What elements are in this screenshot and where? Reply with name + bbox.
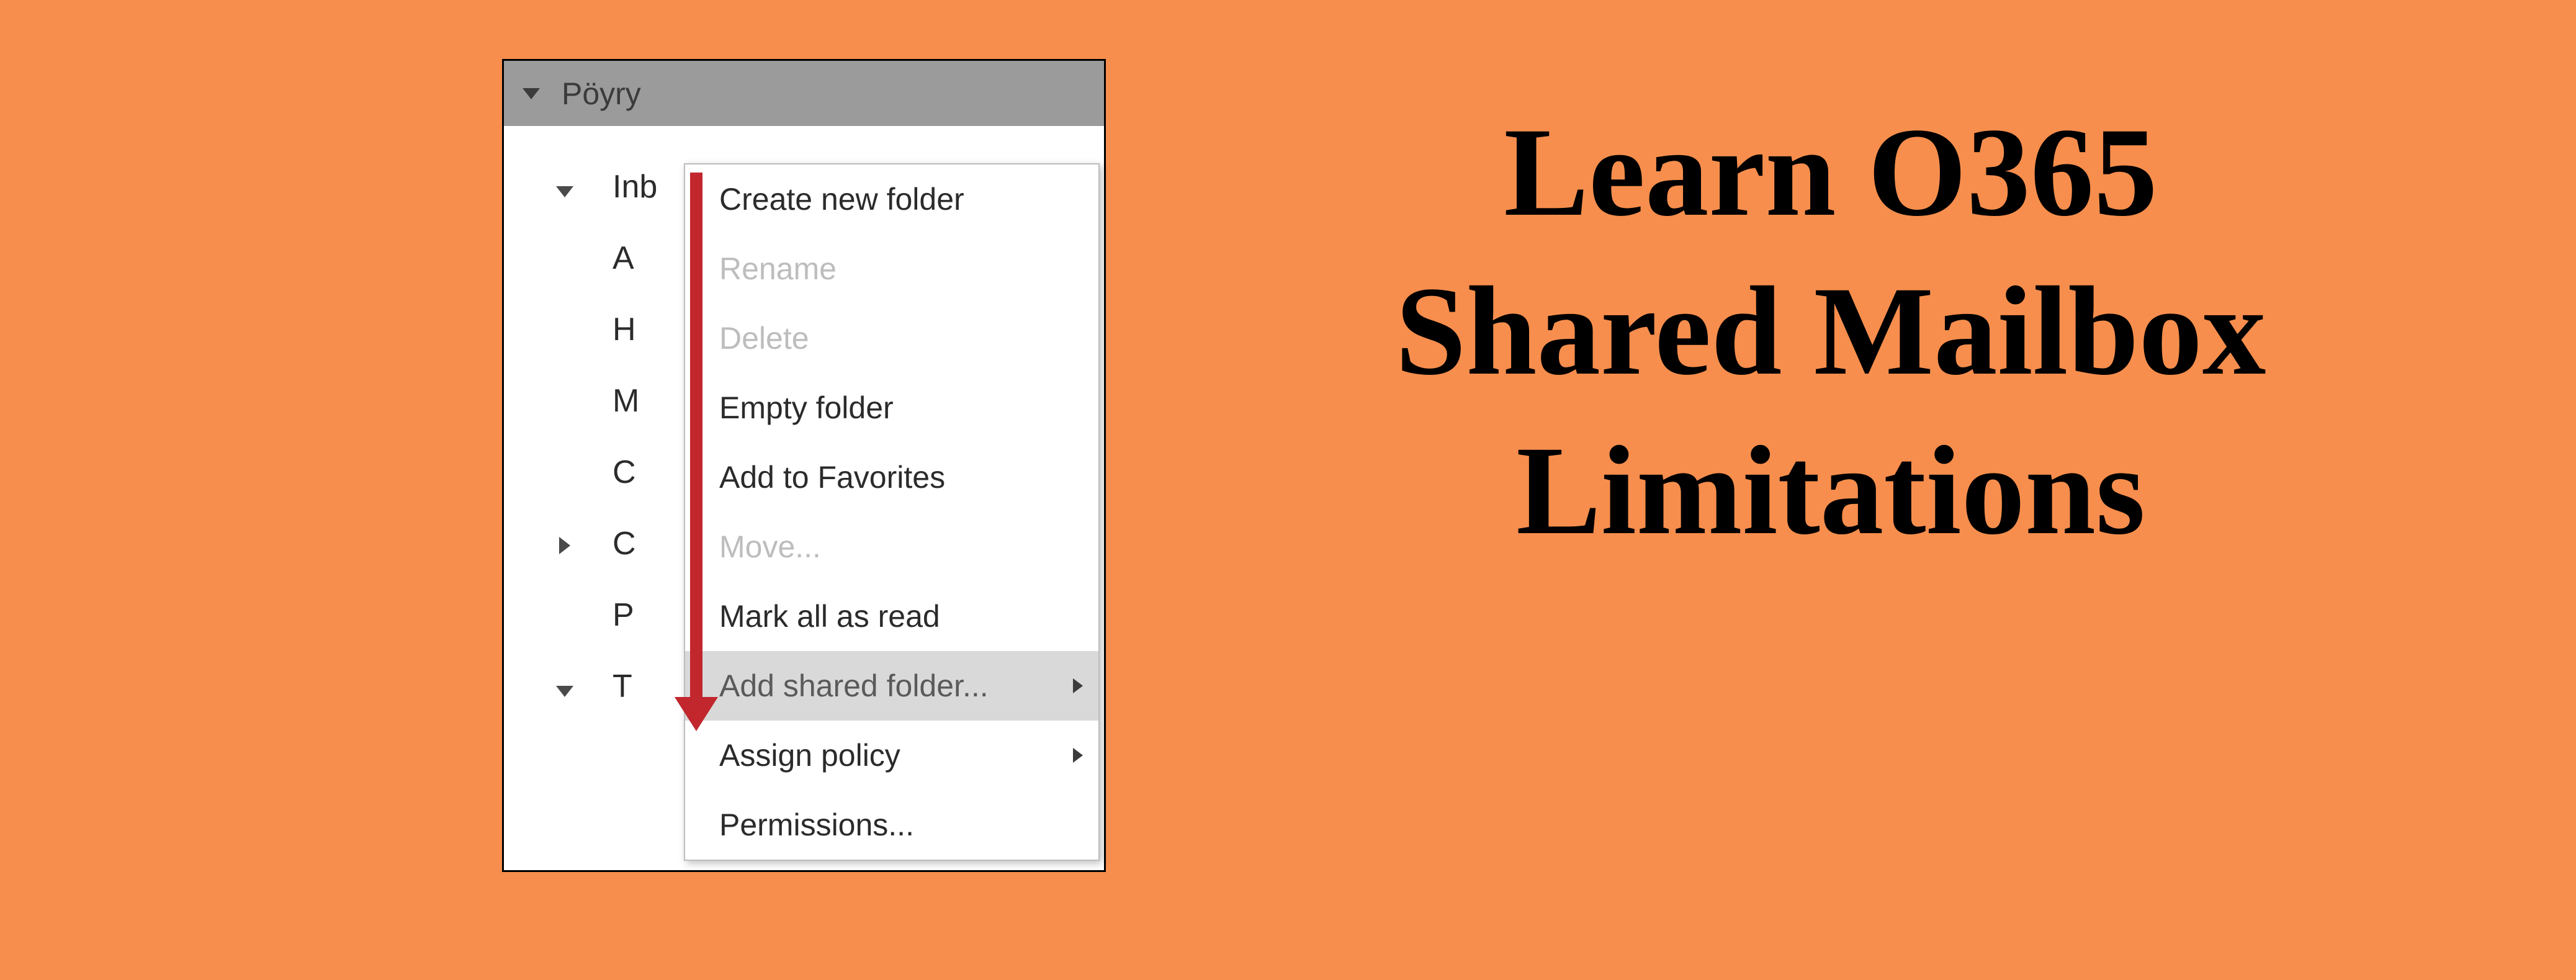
menu-label: Add to Favorites (719, 459, 945, 495)
annotation-arrow-icon (690, 173, 702, 703)
expand-icon (550, 168, 578, 205)
menu-add-to-favorites[interactable]: Add to Favorites (685, 443, 1098, 512)
headline-line-1: Learn O365 (1179, 93, 2482, 252)
tree-label: C (613, 454, 636, 491)
submenu-arrow-icon (1073, 748, 1083, 763)
menu-label: Permissions... (719, 807, 914, 843)
menu-add-shared-folder[interactable]: Add shared folder... (685, 651, 1098, 721)
menu-assign-policy[interactable]: Assign policy (685, 721, 1098, 790)
menu-label: Move... (719, 529, 821, 565)
menu-mark-all-read[interactable]: Mark all as read (685, 582, 1098, 651)
tree-label: T (613, 668, 632, 705)
menu-label: Add shared folder... (719, 668, 989, 704)
tree-label: A (613, 240, 634, 277)
menu-permissions[interactable]: Permissions... (685, 790, 1098, 860)
tree-label: M (613, 382, 639, 420)
account-header[interactable]: Pöyry (504, 61, 1104, 126)
menu-rename: Rename (685, 234, 1098, 303)
expand-icon (550, 525, 578, 562)
menu-label: Create new folder (719, 181, 964, 217)
collapse-icon (523, 88, 540, 99)
headline-line-3: Limitations (1179, 411, 2482, 570)
menu-label: Delete (719, 320, 809, 356)
menu-label: Rename (719, 251, 837, 287)
menu-label: Mark all as read (719, 598, 940, 634)
menu-create-folder[interactable]: Create new folder (685, 164, 1098, 234)
folder-tree: Inb A H M C C P T (504, 126, 1104, 722)
menu-empty-folder[interactable]: Empty folder (685, 373, 1098, 443)
context-menu: Create new folder Rename Delete Empty fo… (684, 163, 1100, 861)
tree-label: P (613, 596, 634, 634)
headline-line-2: Shared Mailbox (1179, 252, 2482, 411)
account-name: Pöyry (562, 76, 641, 112)
expand-icon (550, 668, 578, 705)
menu-delete: Delete (685, 303, 1098, 373)
menu-label: Assign policy (719, 737, 900, 773)
tree-label: H (613, 311, 636, 348)
tree-label: Inb (613, 168, 657, 205)
submenu-arrow-icon (1073, 678, 1083, 693)
menu-move: Move... (685, 512, 1098, 582)
headline-text: Learn O365 Shared Mailbox Limitations (1179, 93, 2482, 570)
tree-label: C (613, 525, 636, 562)
menu-label: Empty folder (719, 390, 894, 426)
outlook-folder-panel: Pöyry Inb A H M C C P (502, 59, 1106, 872)
